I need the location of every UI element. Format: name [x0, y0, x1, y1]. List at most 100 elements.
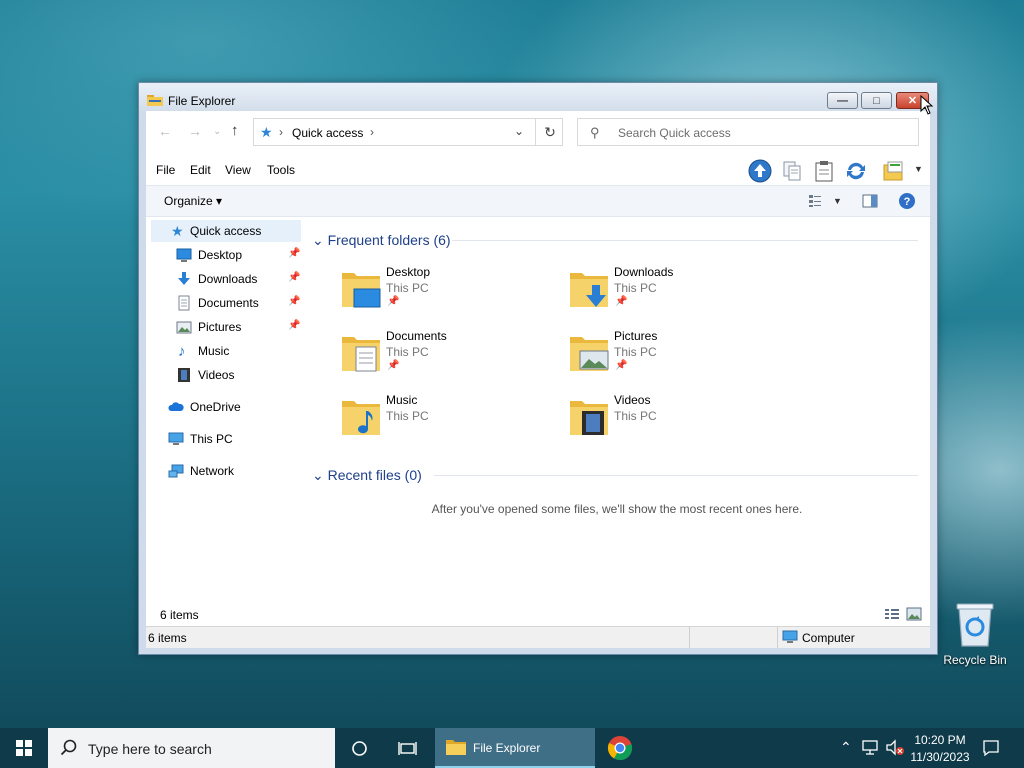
minimize-button[interactable]: —: [827, 92, 858, 109]
folder-tile-videos[interactable]: Videos This PC: [568, 393, 788, 445]
volume-muted-icon[interactable]: [885, 739, 905, 757]
videos-folder-icon: [570, 401, 608, 435]
chevron-down-icon: ⌄: [312, 232, 324, 248]
folder-icon: [446, 740, 466, 755]
video-icon: [178, 368, 190, 382]
folder-tile-desktop[interactable]: Desktop This PC 📌: [340, 265, 560, 317]
help-icon[interactable]: ?: [898, 192, 916, 210]
menu-edit[interactable]: Edit: [190, 163, 211, 177]
downloads-folder-icon: [570, 273, 608, 307]
chevron-down-icon[interactable]: ▼: [914, 164, 923, 174]
maximize-button[interactable]: □: [861, 92, 892, 109]
search-input[interactable]: [616, 123, 910, 143]
sync-icon[interactable]: [844, 159, 868, 183]
breadcrumb-separator[interactable]: ›: [370, 125, 374, 139]
pin-icon: 📌: [387, 296, 400, 307]
music-note-icon: ♪: [178, 343, 186, 360]
view-options-icon[interactable]: [808, 194, 822, 208]
windows-logo-icon: [16, 740, 32, 756]
start-button[interactable]: [0, 728, 48, 768]
taskbar-search-box[interactable]: Type here to search: [48, 728, 335, 768]
folder-tile-documents[interactable]: Documents This PC 📌: [340, 329, 560, 381]
folder-tile-pictures[interactable]: Pictures This PC 📌: [568, 329, 788, 381]
details-view-icon[interactable]: [884, 607, 900, 621]
status-divider: [689, 627, 690, 648]
folder-icon: [147, 95, 163, 106]
folder-name: Downloads: [614, 265, 674, 279]
menu-tools[interactable]: Tools: [267, 163, 295, 177]
nav-item-music[interactable]: ♪ Music: [146, 340, 304, 362]
desktop-icon: [176, 248, 192, 262]
file-explorer-window: File Explorer — □ ✕ ← → ⌄ ↑ ★ › Quick ac…: [138, 82, 938, 655]
nav-item-videos[interactable]: Videos: [146, 364, 304, 386]
mouse-cursor-icon: [920, 95, 934, 115]
cortana-icon[interactable]: [351, 740, 368, 757]
taskbar: Type here to search File Explorer ⌃ 10:2…: [0, 728, 1024, 768]
recent-files-header[interactable]: ⌄ Recent files (0): [312, 467, 422, 484]
folder-tile-downloads[interactable]: Downloads This PC 📌: [568, 265, 788, 317]
paste-icon[interactable]: [812, 159, 836, 183]
folder-location: This PC: [386, 281, 429, 295]
nav-item-documents[interactable]: Documents 📌: [146, 292, 304, 314]
nav-item-onedrive[interactable]: OneDrive: [146, 396, 304, 418]
status-divider: [777, 627, 778, 648]
desktop-folder-icon: [342, 273, 381, 308]
recycle-bin-shortcut[interactable]: Recycle Bin: [942, 600, 1008, 670]
search-box[interactable]: ⚲: [577, 118, 919, 146]
title-bar[interactable]: File Explorer — □ ✕: [139, 83, 937, 111]
pin-icon: 📌: [288, 320, 301, 331]
preview-pane-icon[interactable]: [862, 194, 878, 208]
menu-view[interactable]: View: [225, 163, 251, 177]
chevron-down-icon[interactable]: ▼: [833, 196, 842, 206]
nav-item-this-pc[interactable]: This PC: [146, 428, 304, 450]
chevron-up-icon[interactable]: ⌃: [840, 739, 852, 756]
refresh-icon: ↻: [544, 123, 556, 140]
chevron-down-icon[interactable]: ⌄: [514, 124, 524, 138]
pin-icon: 📌: [288, 272, 301, 283]
clock-date[interactable]: 11/30/2023: [905, 750, 975, 764]
up-arrow-icon[interactable]: ↑: [231, 122, 239, 139]
refresh-button[interactable]: ↻: [535, 119, 564, 145]
chrome-icon[interactable]: [607, 735, 633, 761]
address-bar[interactable]: ★ › Quick access › ⌄ ↻: [253, 118, 563, 146]
network-status-icon[interactable]: [862, 740, 880, 756]
pin-icon: 📌: [387, 360, 400, 371]
breadcrumb-quick-access[interactable]: Quick access: [292, 126, 363, 140]
folder-options-icon[interactable]: [882, 159, 906, 183]
group-divider: [452, 240, 918, 241]
recycle-bin-label: Recycle Bin: [943, 653, 1007, 667]
back-arrow-icon[interactable]: ←: [158, 123, 172, 139]
clock-time[interactable]: 10:20 PM: [905, 733, 975, 747]
quick-access-star-icon: ★: [260, 124, 273, 140]
pin-icon: 📌: [288, 248, 301, 259]
nav-item-desktop[interactable]: Desktop 📌: [146, 244, 304, 266]
nav-label: Music: [198, 344, 230, 358]
recent-locations-icon[interactable]: ⌄: [213, 126, 221, 137]
nav-item-network[interactable]: Network: [146, 460, 304, 482]
folder-tile-music[interactable]: Music This PC: [340, 393, 560, 445]
organize-button[interactable]: Organize ▾: [164, 194, 222, 208]
folder-name: Desktop: [386, 265, 431, 279]
large-icons-view-icon[interactable]: [906, 607, 922, 621]
nav-label: Videos: [198, 368, 235, 382]
nav-label: OneDrive: [190, 400, 241, 414]
nav-item-downloads[interactable]: Downloads 📌: [146, 268, 304, 290]
taskbar-file-explorer[interactable]: File Explorer: [435, 728, 595, 768]
task-view-icon[interactable]: [398, 740, 417, 757]
nav-item-quick-access[interactable]: ★ Quick access: [151, 220, 301, 242]
up-folder-icon[interactable]: [748, 159, 772, 183]
folder-location: This PC: [614, 409, 657, 423]
item-count: 6 items: [160, 608, 199, 622]
forward-arrow-icon[interactable]: →: [188, 123, 202, 139]
notification-icon[interactable]: [982, 739, 1000, 757]
menu-file[interactable]: File: [156, 163, 175, 177]
music-folder-icon: [342, 401, 380, 435]
nav-label: Pictures: [198, 320, 242, 334]
folder-name: Music: [386, 393, 418, 407]
nav-label: Documents: [198, 296, 259, 310]
picture-icon: [176, 321, 192, 334]
copy-icon[interactable]: [780, 159, 804, 183]
nav-item-pictures[interactable]: Pictures 📌: [146, 316, 304, 338]
window-client-area: ← → ⌄ ↑ ★ › Quick access › ⌄ ↻ ⚲ File Ed…: [146, 111, 930, 648]
frequent-folders-header[interactable]: ⌄ Frequent folders (6): [312, 232, 451, 249]
